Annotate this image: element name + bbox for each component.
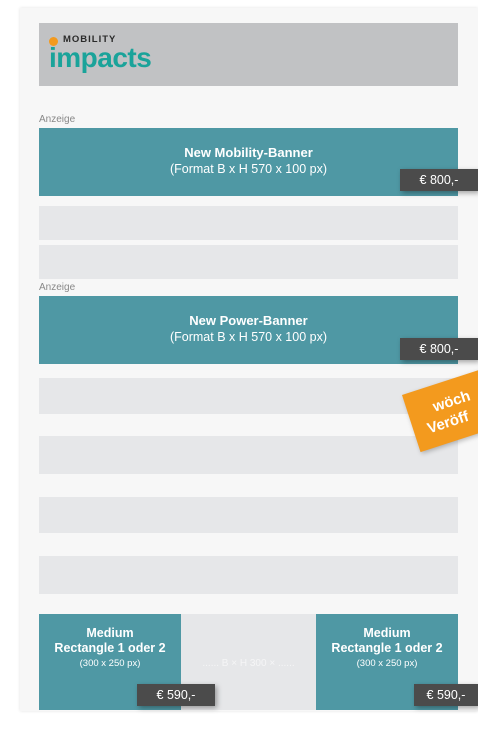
content-placeholder [39, 206, 458, 240]
rect-line-1: Medium [363, 626, 411, 640]
content-placeholder [39, 378, 458, 414]
content-placeholder [39, 556, 458, 594]
logo-big-text: impacts [49, 42, 152, 73]
rect-size: (300 x 250 px) [79, 658, 141, 669]
content-placeholder [39, 245, 458, 279]
rect-line-2: Rectangle 1 oder 2 [331, 641, 443, 655]
site-header: MOBILITY impacts [39, 23, 458, 86]
price-tag: € 590,- [414, 684, 478, 706]
banner-title: New Power-Banner [189, 313, 308, 328]
content-placeholder [39, 436, 458, 474]
power-banner[interactable]: New Power-Banner (Format B x H 570 x 100… [39, 296, 458, 364]
price-tag: € 800,- [400, 338, 478, 360]
price-tag: € 800,- [400, 169, 478, 191]
banner-format: (Format B x H 570 x 100 px) [169, 330, 327, 344]
rect-line-2: Rectangle 1 oder 2 [54, 641, 166, 655]
banner-format: (Format B x H 570 x 100 px) [169, 162, 327, 176]
middle-ghost-text: ...... B × H 300 × ...... [202, 658, 295, 669]
banner-title: New Mobility-Banner [184, 145, 313, 160]
rect-line-1: Medium [86, 626, 134, 640]
ad-label: Anzeige [39, 114, 76, 125]
rect-size: (300 x 250 px) [356, 658, 418, 669]
content-placeholder [39, 497, 458, 533]
ad-label: Anzeige [39, 282, 76, 293]
mobility-banner[interactable]: New Mobility-Banner (Format B x H 570 x … [39, 128, 458, 196]
price-tag: € 590,- [137, 684, 215, 706]
